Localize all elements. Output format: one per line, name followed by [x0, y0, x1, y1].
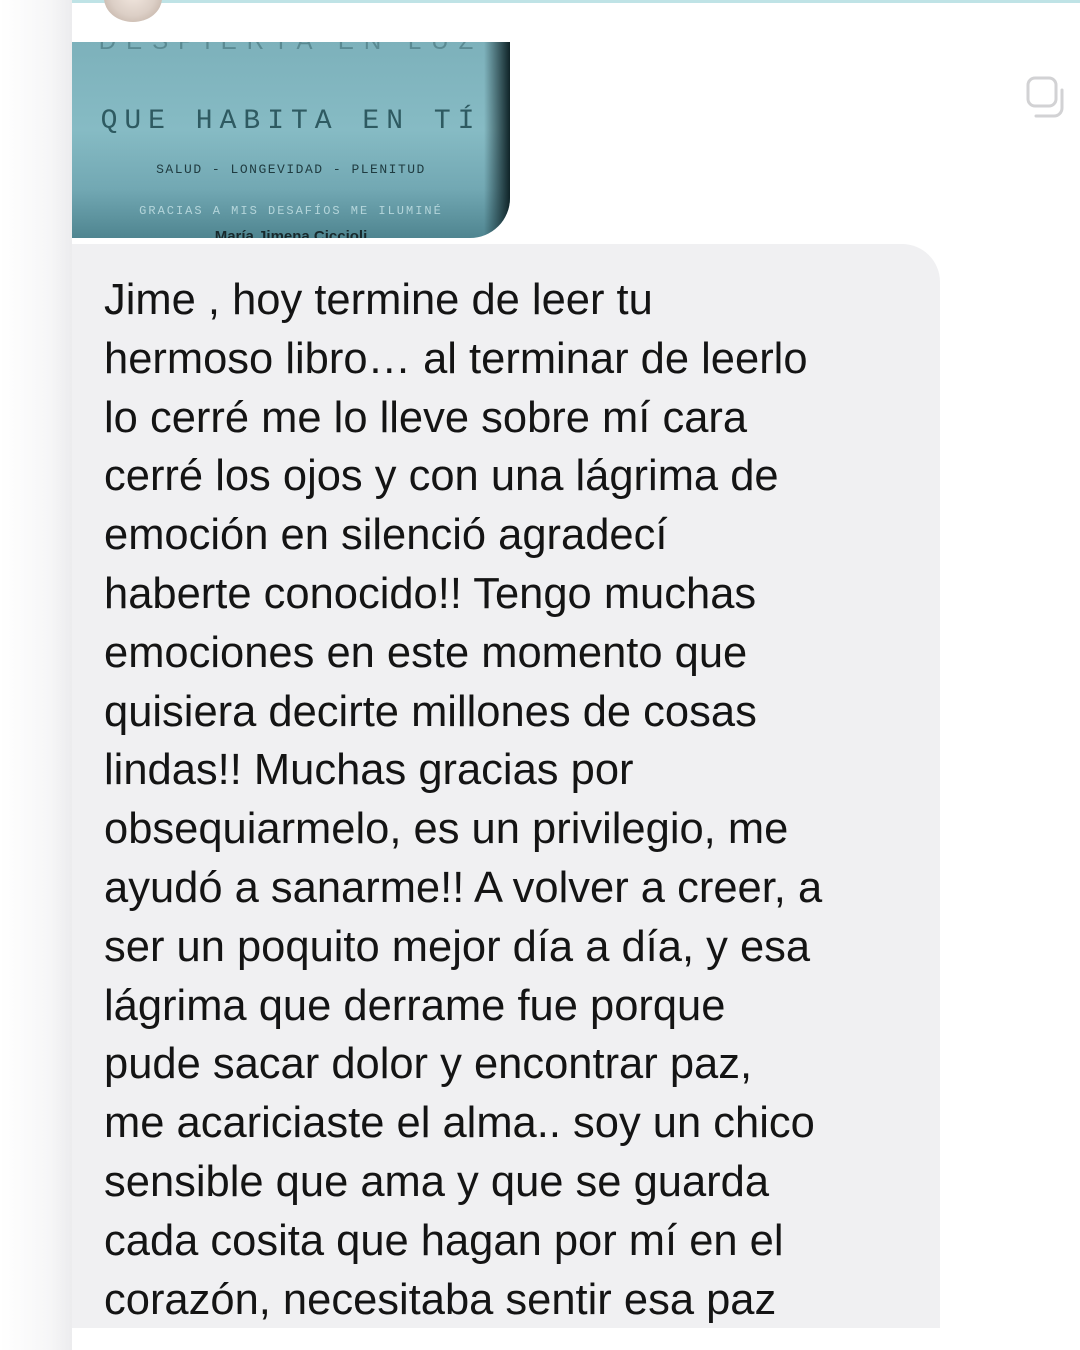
- message-line: me acariciaste el alma.. soy un chico: [104, 1099, 815, 1148]
- copy-icon[interactable]: [1022, 74, 1068, 120]
- message-line: sensible que ama y que se guarda: [104, 1157, 770, 1206]
- message-line: pude sacar dolor y encontrar paz,: [104, 1040, 753, 1089]
- message-line: Jime , hoy termine de leer tu: [104, 276, 653, 324]
- message-line: haberte conocido!! Tengo muchas: [104, 569, 757, 618]
- book-cover-quote: GRACIAS A MIS DESAFÍOS ME ILUMINÉ: [139, 204, 443, 218]
- message-line: lágrima que derrame fue porque: [104, 981, 726, 1030]
- message-line: cerré los ojos y con una lágrima de: [104, 452, 779, 501]
- message-line: emociones en este momento que: [104, 628, 748, 677]
- message-line: ser un poquito mejor día a día, y esa: [104, 922, 811, 971]
- message-text: Jime , hoy termine de leer tu hermoso li…: [104, 271, 924, 1329]
- message-line: emoción en silenció agradecí: [104, 511, 668, 560]
- book-cover-title: QUE HABITA EN TÍ: [100, 106, 482, 137]
- left-margin: [0, 0, 72, 1350]
- avatar[interactable]: [104, 0, 162, 22]
- message-line: lindas!! Muchas gracias por: [104, 746, 634, 795]
- message-line: obsequiarmelo, es un privilegio, me: [104, 805, 789, 854]
- book-cover-top-text: DESPIERTA EN LUZ: [72, 42, 510, 56]
- book-cover-image[interactable]: DESPIERTA EN LUZ QUE HABITA EN TÍ SALUD …: [72, 42, 510, 238]
- message-line: cada cosita que hagan por mí en el: [104, 1216, 784, 1265]
- book-cover-subtitle: SALUD - LONGEVIDAD - PLENITUD: [156, 162, 426, 177]
- header-divider: [0, 0, 1080, 3]
- book-cover-author: María Jimena Ciccioli: [214, 228, 368, 238]
- message-line: lo cerré me lo lleve sobre mí cara: [104, 393, 748, 442]
- message-line: quisiera decirte millones de cosas: [104, 687, 757, 736]
- message-line: corazón, necesitaba sentir esa paz: [104, 1275, 777, 1324]
- message-line: hermoso libro… al terminar de leerlo: [104, 334, 808, 383]
- message-line: ayudó a sanarme!! A volver a creer, a: [104, 863, 823, 912]
